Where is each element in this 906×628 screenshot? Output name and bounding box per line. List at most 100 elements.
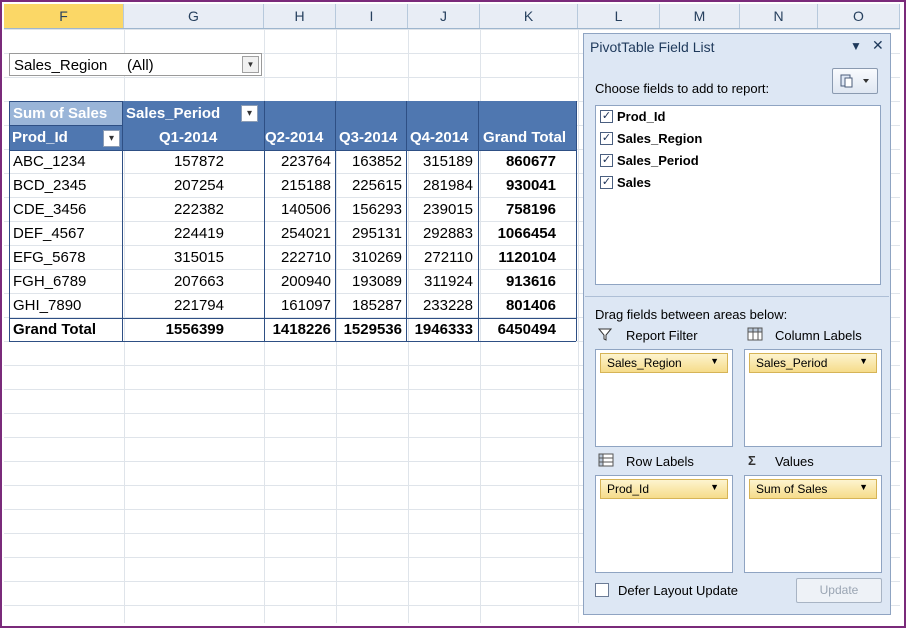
pill-label: Prod_Id [607, 482, 650, 496]
value-cell: 157872 [173, 153, 224, 170]
value-field-label: Sum of Sales [13, 105, 108, 122]
column-header-k[interactable]: K [480, 4, 578, 28]
value-cell: 254021 [280, 225, 331, 242]
dropdown-arrow-icon[interactable]: ▼ [859, 482, 868, 492]
value-cell: 224419 [173, 225, 224, 242]
panel-title: PivotTable Field List [590, 39, 715, 55]
grand-total-header: Grand Total [483, 129, 567, 146]
value-cell: 215188 [280, 177, 331, 194]
value-cell: 207254 [173, 177, 224, 194]
report-filter-field-pill[interactable]: Sales_Region ▼ [600, 353, 728, 373]
dropdown-arrow-icon[interactable]: ▼ [710, 482, 719, 492]
period-header: Q2-2014 [265, 129, 324, 146]
row-total-cell: 758196 [505, 201, 556, 218]
value-cell: 222382 [173, 201, 224, 218]
row-labels-field-pill[interactable]: Prod_Id ▼ [600, 479, 728, 499]
checkbox-checked-icon[interactable]: ✓ [600, 110, 613, 123]
column-header-m[interactable]: M [660, 4, 740, 28]
value-cell: 310269 [351, 249, 402, 266]
grand-total-cell: 1418226 [272, 321, 331, 338]
value-cell: 295131 [351, 225, 402, 242]
column-labels-icon [747, 327, 763, 344]
row-labels-area-label: Row Labels [626, 454, 694, 469]
row-field-label: Prod_Id [12, 129, 68, 146]
row-label: ABC_1234 [13, 153, 86, 170]
value-cell: 225615 [351, 177, 402, 194]
pill-label: Sales_Region [607, 356, 682, 370]
column-separator [576, 101, 577, 341]
value-cell: 140506 [280, 201, 331, 218]
row-label: FGH_6789 [13, 273, 87, 290]
column-labels-area-label: Column Labels [775, 328, 862, 343]
defer-layout-checkbox[interactable] [595, 583, 609, 597]
grand-total-top-border [9, 318, 576, 319]
value-cell: 223764 [280, 153, 331, 170]
row-label: BCD_2345 [13, 177, 87, 194]
panel-menu-icon[interactable]: ▼ [850, 39, 862, 53]
row-total-cell: 913616 [505, 273, 556, 290]
update-button[interactable]: Update [796, 578, 882, 603]
close-icon[interactable]: ✕ [872, 37, 884, 54]
value-cell: 221794 [173, 297, 224, 314]
panel-divider [585, 296, 889, 297]
value-cell: 311924 [424, 273, 473, 290]
column-header-h[interactable]: H [264, 4, 336, 28]
row-label: DEF_4567 [13, 225, 85, 242]
column-header-j[interactable]: J [408, 4, 480, 28]
column-filter-icon[interactable]: ▾ [241, 105, 258, 122]
pill-label: Sum of Sales [756, 482, 828, 496]
sigma-icon: Σ [748, 453, 756, 468]
checkbox-checked-icon[interactable]: ✓ [600, 176, 613, 189]
value-cell: 315189 [422, 153, 473, 170]
report-filter-area[interactable]: Sales_Region ▼ [595, 349, 733, 447]
report-filter-value: (All) [127, 57, 154, 74]
value-field-header[interactable]: Sum of Sales [9, 101, 123, 126]
layout-icon [840, 74, 869, 88]
field-list-box: ✓ Prod_Id ✓ Sales_Region ✓ Sales_Period … [595, 105, 881, 285]
report-filter-field: Sales_Region [14, 57, 108, 74]
column-header-n[interactable]: N [740, 4, 818, 28]
period-header: Q4-2014 [410, 129, 469, 146]
row-labels-area[interactable]: Prod_Id ▼ [595, 475, 733, 573]
dropdown-arrow-icon[interactable]: ▼ [242, 56, 259, 73]
value-cell: 207663 [173, 273, 224, 290]
report-filter-area-label: Report Filter [626, 328, 698, 343]
column-header-bar: F G H I J K L M N O [4, 4, 900, 29]
dropdown-arrow-icon[interactable]: ▼ [859, 356, 868, 366]
column-labels-area[interactable]: Sales_Period ▼ [744, 349, 882, 447]
row-filter-icon[interactable]: ▾ [103, 130, 120, 147]
checkbox-checked-icon[interactable]: ✓ [600, 132, 613, 145]
column-header-g[interactable]: G [124, 4, 264, 28]
grand-total-bottom-border [9, 341, 576, 342]
pill-label: Sales_Period [756, 356, 828, 370]
pivot-field-list-panel: PivotTable Field List ▼ ✕ Choose fields … [583, 33, 891, 615]
column-header-l[interactable]: L [578, 4, 660, 28]
checkbox-checked-icon[interactable]: ✓ [600, 154, 613, 167]
dropdown-arrow-icon[interactable]: ▼ [710, 356, 719, 366]
report-filter-dropdown[interactable]: Sales_Region (All) ▼ [9, 53, 262, 76]
column-header-o[interactable]: O [818, 4, 900, 28]
field-name: Prod_Id [617, 109, 666, 124]
value-cell: 200940 [280, 273, 331, 290]
field-name: Sales_Region [617, 131, 703, 146]
value-cell: 272110 [424, 249, 473, 266]
column-labels-field-pill[interactable]: Sales_Period ▼ [749, 353, 877, 373]
layout-options-button[interactable] [832, 68, 878, 94]
grand-total-cell: 1529536 [343, 321, 402, 338]
column-header-i[interactable]: I [336, 4, 408, 28]
period-header: Q1-2014 [159, 129, 218, 146]
row-total-cell: 860677 [505, 153, 556, 170]
values-field-pill[interactable]: Sum of Sales ▼ [749, 479, 877, 499]
row-total-cell: 930041 [505, 177, 556, 194]
column-header-f[interactable]: F [4, 4, 124, 28]
value-cell: 222710 [280, 249, 331, 266]
values-area[interactable]: Sum of Sales ▼ [744, 475, 882, 573]
gridline [578, 29, 579, 623]
row-total-cell: 1120104 [498, 249, 556, 266]
row-label: CDE_3456 [13, 201, 87, 218]
period-header: Q3-2014 [339, 129, 398, 146]
choose-fields-label: Choose fields to add to report: [595, 81, 770, 96]
value-cell: 315015 [173, 249, 224, 266]
filter-icon [597, 327, 613, 344]
value-cell: 292883 [422, 225, 473, 242]
